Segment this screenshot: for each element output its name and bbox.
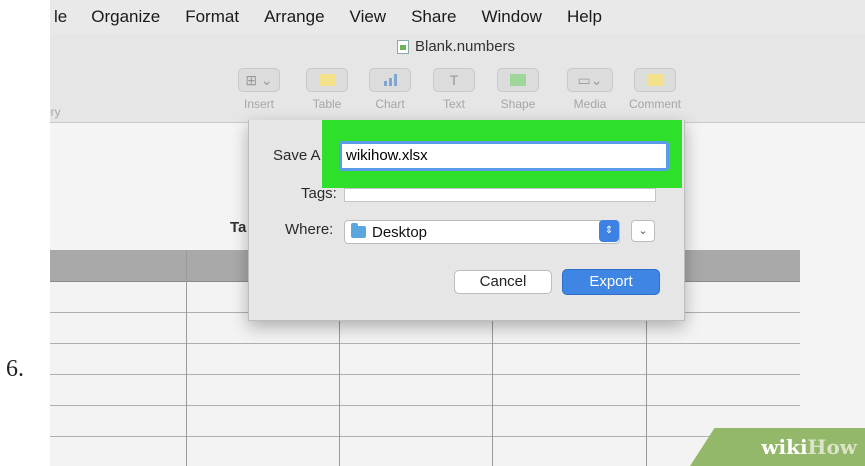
- menu-format[interactable]: Format: [185, 7, 239, 27]
- menu-arrange[interactable]: Arrange: [264, 7, 324, 27]
- toolbar: Blank.numbers ory ⊞ ⌄ Insert Table Chart…: [50, 34, 865, 123]
- menu-window[interactable]: Window: [481, 7, 541, 27]
- text-tool[interactable]: T Text: [433, 68, 475, 111]
- insert-label: Insert: [243, 97, 274, 111]
- folder-icon: [351, 223, 366, 238]
- toolbar-left-label: ory: [50, 105, 61, 119]
- filename-highlight: wikihow.xlsx: [322, 120, 682, 188]
- watermark-how: How: [807, 435, 857, 459]
- wikihow-watermark: wiki How: [690, 428, 865, 466]
- table-label: Table: [312, 97, 342, 111]
- up-down-chevron-icon: ⇕: [599, 220, 619, 242]
- menu-file[interactable]: le: [54, 7, 67, 27]
- text-icon: T: [433, 68, 475, 92]
- step-number: 6.: [6, 356, 24, 382]
- tags-field[interactable]: [344, 188, 656, 202]
- where-select[interactable]: Desktop ⇕: [344, 220, 620, 244]
- comment-tool[interactable]: Comment: [629, 68, 681, 111]
- table-row-divider: [50, 436, 800, 437]
- comment-label: Comment: [629, 97, 682, 111]
- menu-view[interactable]: View: [350, 7, 387, 27]
- table-row-divider: [50, 374, 800, 375]
- chart-tool[interactable]: Chart: [369, 68, 411, 111]
- comment-icon: [634, 68, 676, 92]
- shape-tool[interactable]: Shape: [497, 68, 539, 111]
- table-column-divider: [186, 250, 187, 466]
- window-title-text: Blank.numbers: [415, 38, 516, 55]
- window-title: Blank.numbers: [397, 38, 515, 55]
- watermark-wiki: wiki: [761, 435, 808, 459]
- table-row-divider: [50, 343, 800, 344]
- where-label: Where:: [285, 221, 334, 238]
- media-tool[interactable]: ▭⌄ Media: [567, 68, 613, 111]
- document-icon: [397, 39, 409, 54]
- sheet-title: Ta: [230, 219, 247, 236]
- export-button[interactable]: Export: [562, 269, 660, 295]
- save-as-label: Save A: [273, 147, 321, 164]
- chart-icon: [369, 68, 411, 92]
- menu-help[interactable]: Help: [567, 7, 602, 27]
- filename-input[interactable]: wikihow.xlsx: [339, 141, 669, 171]
- media-label: Media: [573, 97, 607, 111]
- app-screen: le Organize Format Arrange View Share Wi…: [50, 0, 865, 466]
- where-value: Desktop: [372, 223, 428, 241]
- cancel-button[interactable]: Cancel: [454, 270, 552, 294]
- expand-button[interactable]: ⌄: [631, 220, 655, 242]
- menu-share[interactable]: Share: [411, 7, 456, 27]
- insert-tool[interactable]: ⊞ ⌄ Insert: [238, 68, 280, 111]
- shape-icon: [497, 68, 539, 92]
- table-row-divider: [50, 405, 800, 406]
- menubar: le Organize Format Arrange View Share Wi…: [50, 0, 865, 34]
- chart-label: Chart: [375, 97, 405, 111]
- insert-icon: ⊞ ⌄: [238, 68, 280, 92]
- tags-label: Tags:: [301, 185, 337, 202]
- export-dialog: Save A wikihow.xlsx Tags: Where: Desktop…: [248, 120, 685, 321]
- shape-label: Shape: [500, 97, 536, 111]
- media-icon: ▭⌄: [567, 68, 613, 92]
- menu-organize[interactable]: Organize: [91, 7, 160, 27]
- table-icon: [306, 68, 348, 92]
- table-tool[interactable]: Table: [306, 68, 348, 111]
- text-label: Text: [442, 97, 465, 111]
